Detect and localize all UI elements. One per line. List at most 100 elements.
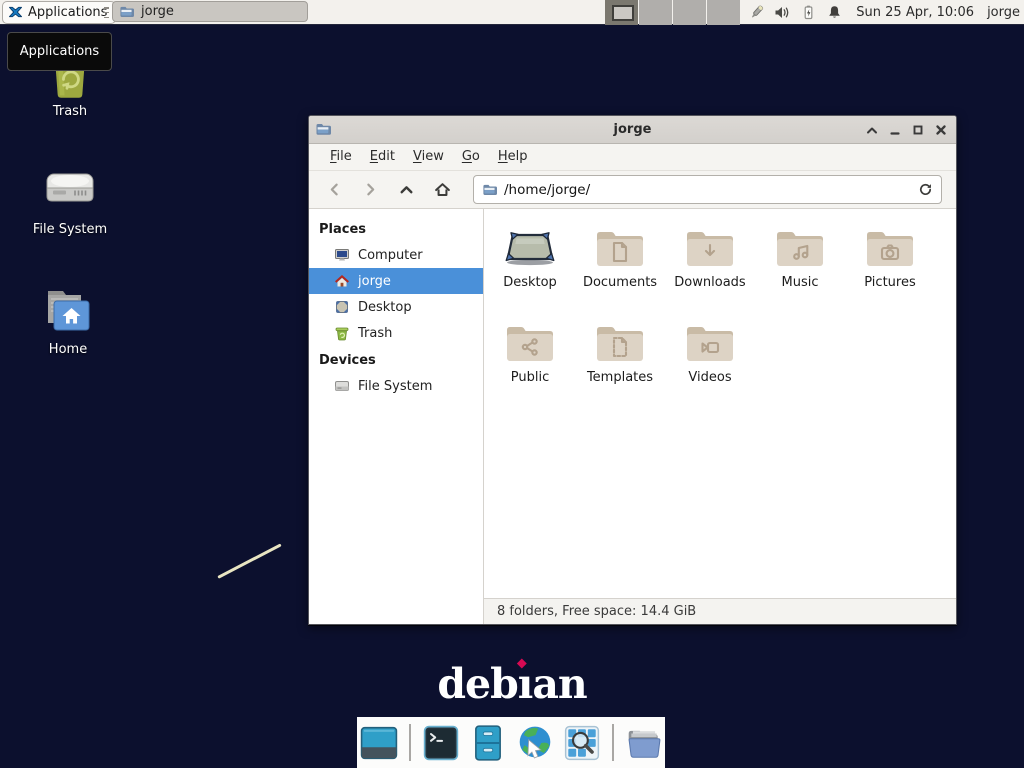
sidebar-item-label: File System	[358, 379, 432, 394]
applications-menu-label: Applications	[28, 5, 107, 20]
bottom-dock	[357, 717, 665, 768]
maximize-button[interactable]	[911, 123, 925, 137]
debian-diamond	[517, 659, 527, 669]
taskbar-window-label: jorge	[141, 4, 174, 19]
file-item-templates[interactable]: Templates	[575, 321, 665, 416]
shade-button[interactable]	[865, 123, 879, 137]
workspace-4[interactable]	[707, 0, 740, 25]
file-manager-window: jorge FileEditViewGoHelp /home/jorge/ Pl…	[308, 115, 957, 625]
sidebar-item-computer[interactable]: Computer	[309, 242, 483, 268]
workspace-window-preview	[612, 5, 634, 21]
folder-video-icon	[683, 321, 737, 365]
computer-mini-icon	[334, 247, 350, 263]
file-item-label: Documents	[583, 275, 657, 290]
file-item-downloads[interactable]: Downloads	[665, 226, 755, 321]
top-panel: Applications jorge Sun 25 Apr, 10:06 jor…	[0, 0, 1024, 25]
desktop-icon-label: Trash	[53, 104, 87, 119]
folder-template-icon	[593, 321, 647, 365]
home-icon	[434, 181, 451, 198]
location-bar[interactable]: /home/jorge/	[473, 175, 942, 204]
home-folder-icon	[40, 280, 96, 338]
sidebar-item-label: Desktop	[358, 300, 412, 315]
volume-icon[interactable]	[774, 4, 791, 21]
folder-icon	[119, 4, 134, 19]
menu-go[interactable]: Go	[453, 144, 489, 170]
sidebar-item-label: Computer	[358, 248, 423, 263]
file-item-label: Pictures	[864, 275, 915, 290]
file-item-pictures[interactable]: Pictures	[845, 226, 935, 321]
sidebar-item-file-system[interactable]: File System	[309, 373, 483, 399]
reload-icon[interactable]	[918, 182, 933, 197]
applications-tooltip: Applications	[7, 32, 112, 71]
wallpaper-line-artifact	[217, 543, 281, 578]
folder-icon	[482, 182, 497, 197]
up-button[interactable]	[395, 179, 417, 201]
battery-icon[interactable]	[800, 4, 817, 21]
menubar: FileEditViewGoHelp	[309, 144, 956, 170]
desktop-mini-icon	[334, 299, 350, 315]
applications-menu-button[interactable]: Applications	[2, 1, 116, 24]
menu-edit[interactable]: Edit	[361, 144, 404, 170]
window-titlebar[interactable]: jorge	[309, 116, 956, 144]
panel-clock[interactable]: Sun 25 Apr, 10:06	[856, 5, 974, 20]
dock-show-desktop-icon[interactable]	[360, 724, 398, 762]
home-red-mini-icon	[334, 273, 350, 289]
drive-mini-icon	[334, 378, 350, 394]
workspace-3[interactable]	[673, 0, 706, 25]
sidebar-item-trash[interactable]: Trash	[309, 320, 483, 346]
folder-share-icon	[503, 321, 557, 365]
dock-app-finder-icon[interactable]	[563, 724, 601, 762]
folder-camera-icon	[863, 226, 917, 270]
workspace-pager	[605, 0, 740, 25]
workspace-2[interactable]	[639, 0, 672, 25]
hard-drive-icon	[42, 160, 98, 218]
chevron-up-icon	[398, 181, 415, 198]
sidebar-item-desktop[interactable]: Desktop	[309, 294, 483, 320]
file-item-documents[interactable]: Documents	[575, 226, 665, 321]
dock-directory-menu-icon[interactable]	[625, 724, 663, 762]
menu-help[interactable]: Help	[489, 144, 537, 170]
places-sidebar: Places Computer jorge Desktop Trash Devices Fi…	[309, 209, 484, 624]
toolbar: /home/jorge/	[309, 170, 956, 209]
minimize-button[interactable]	[888, 123, 902, 137]
location-path[interactable]: /home/jorge/	[504, 182, 918, 198]
forward-button[interactable]	[359, 179, 381, 201]
dock-web-browser-icon[interactable]	[516, 724, 554, 762]
tasklist-handle[interactable]	[104, 7, 109, 18]
dock-separator	[612, 724, 614, 761]
folder-music-icon	[773, 226, 827, 270]
file-item-videos[interactable]: Videos	[665, 321, 755, 416]
folder-doc-icon	[593, 226, 647, 270]
folder-download-icon	[683, 226, 737, 270]
sidebar-item-label: Trash	[358, 326, 392, 341]
file-view-pane: Desktop Documents Downloads Music Pictures Pu…	[484, 209, 956, 624]
desktop-root: { "panel": { "applications_button": "App…	[0, 0, 1024, 768]
file-item-public[interactable]: Public	[485, 321, 575, 416]
menu-view[interactable]: View	[404, 144, 453, 170]
dock-terminal-icon[interactable]	[422, 724, 460, 762]
file-item-desktop[interactable]: Desktop	[485, 226, 575, 321]
trash-mini-icon	[334, 325, 350, 341]
taskbar-window-button[interactable]: jorge	[112, 1, 308, 22]
close-button[interactable]	[934, 123, 948, 137]
back-button[interactable]	[323, 179, 345, 201]
panel-user-button[interactable]: jorge	[987, 5, 1020, 20]
desktop-icon-file-system[interactable]: File System	[25, 160, 115, 237]
sidebar-header-devices: Devices	[309, 346, 483, 373]
workspace-1[interactable]	[605, 0, 638, 25]
file-item-music[interactable]: Music	[755, 226, 845, 321]
dock-separator	[409, 724, 411, 761]
desktop-icon-home[interactable]: Home	[23, 280, 113, 357]
notifications-bell-icon[interactable]	[826, 4, 843, 21]
file-item-label: Downloads	[674, 275, 745, 290]
dock-file-manager-icon[interactable]	[469, 724, 507, 762]
window-title: jorge	[309, 116, 956, 143]
sidebar-item-jorge[interactable]: jorge	[309, 268, 483, 294]
pen-icon[interactable]	[748, 4, 765, 21]
menu-file[interactable]: File	[321, 144, 361, 170]
home-button[interactable]	[431, 179, 453, 201]
desktop-icon-label: Home	[49, 342, 87, 357]
sidebar-header-places: Places	[309, 215, 483, 242]
system-tray: Sun 25 Apr, 10:06 jorge	[748, 0, 1020, 25]
file-item-label: Music	[782, 275, 819, 290]
